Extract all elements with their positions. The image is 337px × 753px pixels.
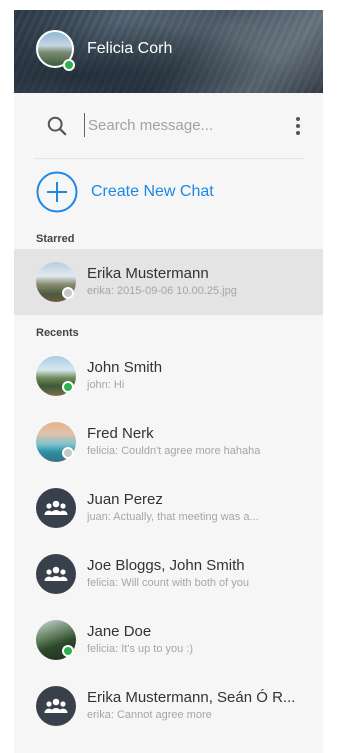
contact-name: John Smith: [87, 359, 163, 376]
list-item[interactable]: Erika Mustermann, Seán Ó R... erika: Cann…: [14, 673, 323, 739]
message-preview: felicia: It's up to you :): [87, 643, 194, 655]
message-preview: john: Hi: [87, 379, 125, 391]
message-preview: juan: Actually, that meeting was a...: [87, 511, 259, 523]
contact-name: Erika Mustermann, Seán Ó R...: [87, 689, 296, 706]
contact-name: Joe Bloggs, John Smith: [87, 557, 245, 574]
online-status-icon: [63, 59, 75, 71]
message-preview: felicia: Will count with both of you: [87, 577, 250, 589]
list-item[interactable]: Juan Perez juan: Actually, that meeting w…: [14, 475, 323, 541]
list-item[interactable]: Joe Bloggs, John Smith felicia: Will coun…: [14, 541, 323, 607]
contact-name: Fred Nerk: [87, 425, 154, 442]
group-icon: [36, 554, 76, 594]
online-status-icon: [62, 645, 74, 657]
group-icon: [36, 488, 76, 528]
contact-name: Erika Mustermann: [87, 265, 209, 282]
offline-status-icon: [62, 287, 74, 299]
section-label-starred: Starred: [36, 233, 75, 245]
more-options-icon[interactable]: [293, 117, 303, 137]
message-preview: erika: Cannot agree more: [87, 709, 212, 721]
chat-sidebar: Felicia Corh Create New Chat Starred Eri…: [14, 10, 323, 753]
message-preview: erika: 2015-09-06 10.00.25.jpg: [87, 285, 237, 297]
profile-name: Felicia Corh: [87, 40, 173, 57]
create-new-chat-button[interactable]: Create New Chat: [14, 159, 323, 221]
online-status-icon: [62, 381, 74, 393]
contact-name: Jane Doe: [87, 623, 152, 640]
search-input[interactable]: [84, 113, 284, 137]
section-label-recents: Recents: [36, 327, 79, 339]
list-item[interactable]: Erika Mustermann erika: 2015-09-06 10.00.…: [14, 249, 323, 315]
group-icon: [36, 686, 76, 726]
message-preview: felicia: Couldn't agree more hahaha: [87, 445, 261, 457]
profile-header: Felicia Corh: [14, 10, 323, 93]
search-bar: [34, 93, 303, 159]
list-item[interactable]: Fred Nerk felicia: Couldn't agree more ha…: [14, 409, 323, 475]
search-icon[interactable]: [46, 115, 68, 137]
starred-list: Erika Mustermann erika: 2015-09-06 10.00.…: [14, 249, 323, 315]
plus-circle-icon: [36, 171, 78, 213]
offline-status-icon: [62, 447, 74, 459]
create-new-chat-label: Create New Chat: [91, 183, 214, 200]
list-item[interactable]: John Smith john: Hi: [14, 343, 323, 409]
contact-name: Juan Perez: [87, 491, 163, 508]
recents-list: John Smith john: Hi Fred Nerk felicia: Coul…: [14, 343, 323, 739]
list-item[interactable]: Jane Doe felicia: It's up to you :): [14, 607, 323, 673]
